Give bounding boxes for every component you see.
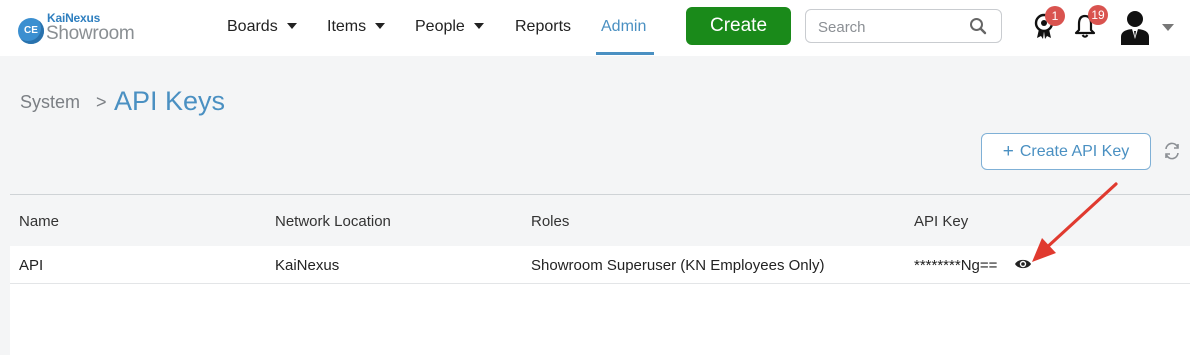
cell-name: API (19, 257, 44, 274)
kainexus-logo[interactable]: CE KaiNexus Showroom (18, 9, 158, 47)
create-button[interactable]: Create (686, 7, 791, 45)
nav-people-label: People (415, 18, 465, 35)
search-icon[interactable] (969, 17, 987, 35)
logo-badge: CE (18, 18, 44, 44)
nav-reports-label: Reports (515, 18, 572, 35)
column-header-name: Name (19, 213, 60, 230)
nav-people[interactable]: People (415, 0, 484, 56)
nav-items[interactable]: Items (327, 0, 386, 56)
search-box[interactable] (805, 9, 1002, 43)
chevron-down-icon (375, 23, 386, 29)
logo-product-text: Showroom (46, 23, 135, 44)
user-menu-chevron-down-icon[interactable] (1162, 24, 1174, 31)
column-header-roles: Roles (531, 213, 570, 230)
avatar[interactable] (1119, 9, 1151, 45)
create-api-key-button[interactable]: + Create API Key (981, 133, 1151, 170)
create-api-key-label: Create API Key (1019, 143, 1130, 160)
refresh-icon[interactable] (1163, 142, 1181, 160)
nav-admin-label: Admin (601, 18, 647, 35)
table-row[interactable]: API KaiNexus Showroom Superuser (KN Empl… (10, 246, 1190, 284)
notifications-badge: 19 (1088, 5, 1108, 25)
nav-items-label: Items (327, 18, 367, 35)
column-header-network-location: Network Location (275, 213, 391, 230)
cell-network-location: KaiNexus (275, 257, 340, 274)
column-header-api-key: API Key (914, 213, 969, 230)
annotation-arrow-icon (1032, 182, 1118, 262)
cell-roles: Showroom Superuser (KN Employees Only) (531, 257, 825, 274)
chevron-down-icon (473, 23, 484, 29)
top-navbar: CE KaiNexus Showroom Boards Items People… (0, 0, 1190, 56)
nav-boards-label: Boards (227, 18, 278, 35)
nav-reports[interactable]: Reports (515, 0, 571, 56)
chevron-down-icon (286, 23, 297, 29)
breadcrumb-separator: > (96, 92, 107, 112)
table-divider (10, 194, 1190, 195)
awards-badge: 1 (1045, 6, 1065, 26)
cell-api-key: ********Ng== (914, 257, 998, 274)
page-title: API Keys (114, 86, 226, 116)
breadcrumb-system-link[interactable]: System (20, 92, 80, 113)
plus-icon: + (1002, 141, 1014, 162)
nav-boards[interactable]: Boards (227, 0, 297, 56)
table-empty-area (10, 284, 1190, 355)
search-input[interactable] (816, 16, 970, 38)
active-tab-indicator (596, 52, 654, 55)
nav-admin[interactable]: Admin (601, 0, 646, 56)
